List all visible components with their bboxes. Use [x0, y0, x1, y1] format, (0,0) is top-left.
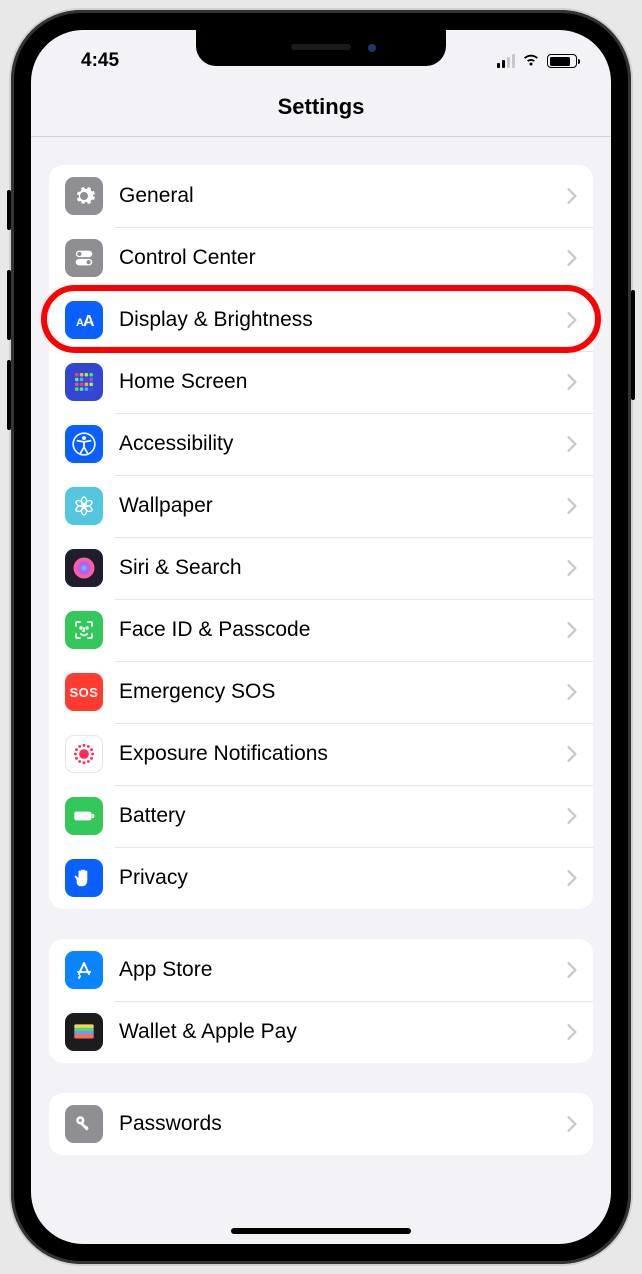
- chevron-right-icon: [567, 560, 577, 576]
- row-app-store[interactable]: App Store: [49, 939, 593, 1001]
- row-label: Passwords: [119, 1112, 567, 1136]
- grid-icon: [65, 363, 103, 401]
- chevron-right-icon: [567, 808, 577, 824]
- home-indicator[interactable]: [231, 1228, 411, 1234]
- hand-icon: [65, 859, 103, 897]
- row-label: Emergency SOS: [119, 680, 567, 704]
- row-siri-search[interactable]: Siri & Search: [49, 537, 593, 599]
- camera-dot: [368, 44, 376, 52]
- row-privacy[interactable]: Privacy: [49, 847, 593, 909]
- row-label: Privacy: [119, 866, 567, 890]
- chevron-right-icon: [567, 746, 577, 762]
- row-passwords[interactable]: Passwords: [49, 1093, 593, 1155]
- volume-down-button: [7, 360, 11, 430]
- chevron-right-icon: [567, 962, 577, 978]
- chevron-right-icon: [567, 250, 577, 266]
- row-label: Display & Brightness: [119, 308, 567, 332]
- row-label: Control Center: [119, 246, 567, 270]
- volume-up-button: [7, 270, 11, 340]
- accessibility-icon: [65, 425, 103, 463]
- row-label: Battery: [119, 804, 567, 828]
- wallet-icon: [65, 1013, 103, 1051]
- row-display-brightness[interactable]: AA Display & Brightness: [49, 289, 593, 351]
- chevron-right-icon: [567, 684, 577, 700]
- chevron-right-icon: [567, 436, 577, 452]
- row-label: Face ID & Passcode: [119, 618, 567, 642]
- settings-group: General Control Center AA Display & Brightn…: [49, 165, 593, 909]
- row-label: Home Screen: [119, 370, 567, 394]
- key-icon: [65, 1105, 103, 1143]
- row-label: General: [119, 184, 567, 208]
- svg-text:A: A: [83, 313, 95, 330]
- exposure-icon: [65, 735, 103, 773]
- status-time: 4:45: [81, 50, 119, 72]
- appstore-icon: [65, 951, 103, 989]
- row-emergency-sos[interactable]: SOS Emergency SOS: [49, 661, 593, 723]
- notch: [196, 30, 446, 66]
- chevron-right-icon: [567, 188, 577, 204]
- power-button: [631, 290, 635, 400]
- status-indicators: [497, 51, 577, 72]
- chevron-right-icon: [567, 1116, 577, 1132]
- page-title: Settings: [31, 94, 611, 120]
- row-face-id-passcode[interactable]: Face ID & Passcode: [49, 599, 593, 661]
- face-id-icon: [65, 611, 103, 649]
- chevron-right-icon: [567, 498, 577, 514]
- row-control-center[interactable]: Control Center: [49, 227, 593, 289]
- row-home-screen[interactable]: Home Screen: [49, 351, 593, 413]
- cellular-signal-icon: [497, 54, 515, 68]
- battery-icon: [65, 797, 103, 835]
- gear-icon: [65, 177, 103, 215]
- wifi-icon: [521, 51, 541, 72]
- nav-header: Settings: [31, 80, 611, 137]
- row-wallpaper[interactable]: Wallpaper: [49, 475, 593, 537]
- text-size-icon: AA: [65, 301, 103, 339]
- settings-group: App Store Wallet & Apple Pay: [49, 939, 593, 1063]
- row-label: Wallpaper: [119, 494, 567, 518]
- screen: 4:45 Settings General Control Center AA Dis…: [31, 30, 611, 1244]
- row-label: App Store: [119, 958, 567, 982]
- row-label: Wallet & Apple Pay: [119, 1020, 567, 1044]
- row-battery[interactable]: Battery: [49, 785, 593, 847]
- toggles-icon: [65, 239, 103, 277]
- row-accessibility[interactable]: Accessibility: [49, 413, 593, 475]
- battery-icon: [547, 54, 577, 68]
- row-general[interactable]: General: [49, 165, 593, 227]
- settings-group: Passwords: [49, 1093, 593, 1155]
- settings-content[interactable]: General Control Center AA Display & Brightn…: [31, 137, 611, 1231]
- flower-icon: [65, 487, 103, 525]
- row-label: Siri & Search: [119, 556, 567, 580]
- chevron-right-icon: [567, 374, 577, 390]
- row-wallet-apple-pay[interactable]: Wallet & Apple Pay: [49, 1001, 593, 1063]
- chevron-right-icon: [567, 622, 577, 638]
- speaker: [291, 44, 351, 50]
- chevron-right-icon: [567, 870, 577, 886]
- phone-frame: 4:45 Settings General Control Center AA Dis…: [11, 10, 631, 1264]
- mute-switch: [7, 190, 11, 230]
- sos-icon: SOS: [65, 673, 103, 711]
- siri-icon: [65, 549, 103, 587]
- chevron-right-icon: [567, 312, 577, 328]
- row-exposure-notifications[interactable]: Exposure Notifications: [49, 723, 593, 785]
- row-label: Accessibility: [119, 432, 567, 456]
- row-label: Exposure Notifications: [119, 742, 567, 766]
- chevron-right-icon: [567, 1024, 577, 1040]
